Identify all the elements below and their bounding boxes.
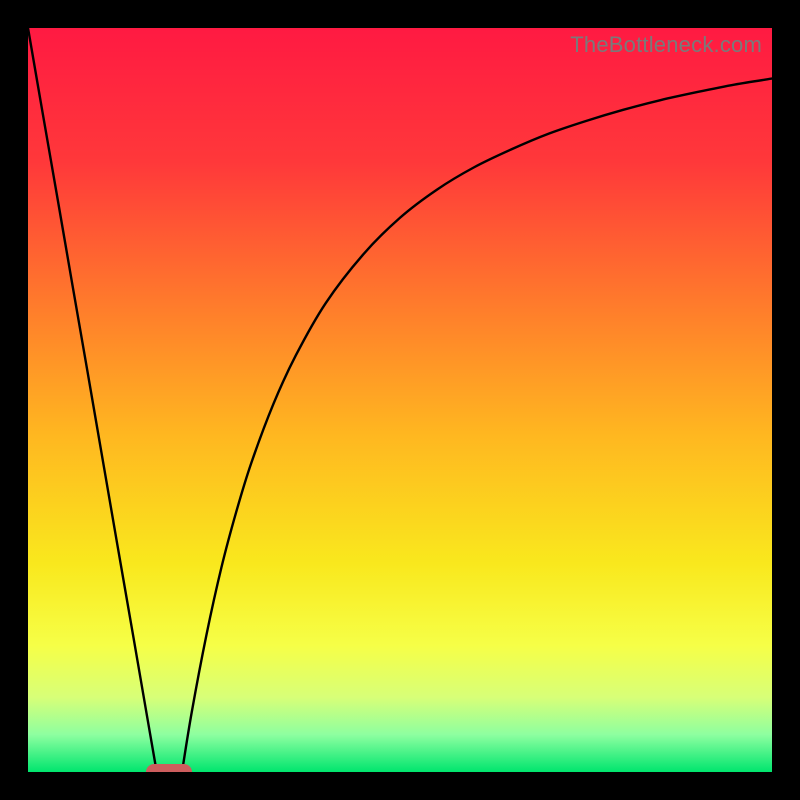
watermark-text: TheBottleneck.com — [570, 32, 762, 58]
curve-layer — [28, 28, 772, 772]
plot-area: TheBottleneck.com — [28, 28, 772, 772]
chart-frame: TheBottleneck.com — [0, 0, 800, 800]
bottleneck-marker — [146, 764, 192, 772]
curve-left — [28, 28, 157, 772]
curve-right — [182, 79, 772, 772]
